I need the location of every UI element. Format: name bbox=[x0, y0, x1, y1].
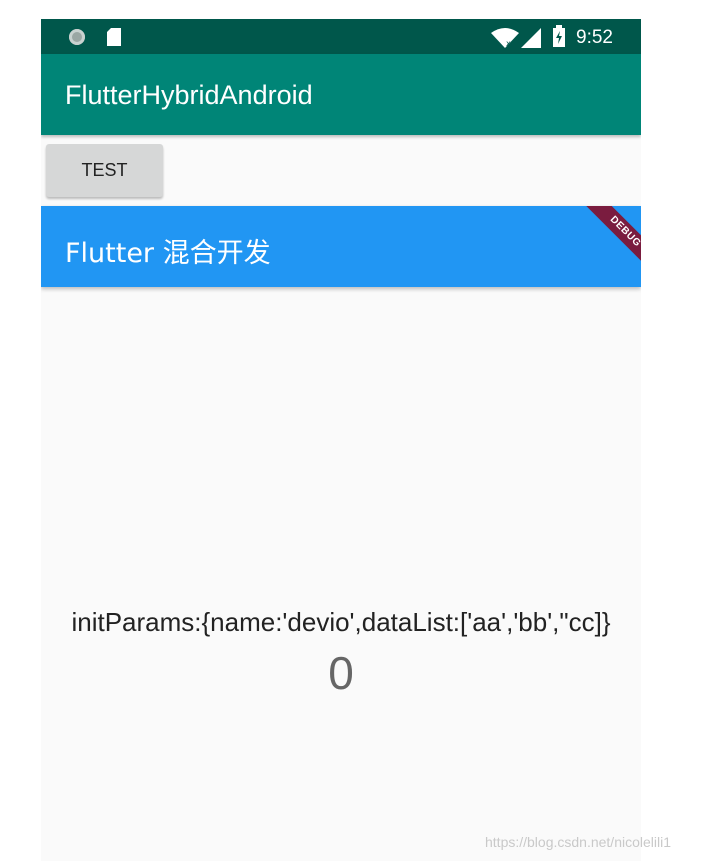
app-title: FlutterHybridAndroid bbox=[65, 80, 313, 110]
app-bar: FlutterHybridAndroid bbox=[41, 54, 641, 135]
wifi-icon: x bbox=[491, 28, 519, 48]
sd-card-icon bbox=[107, 28, 121, 46]
status-bar: x 9:52 bbox=[41, 19, 641, 54]
svg-text:x: x bbox=[506, 39, 511, 48]
notification-dot-icon bbox=[69, 29, 85, 45]
status-time: 9:52 bbox=[576, 27, 613, 48]
counter-value: 0 bbox=[328, 647, 354, 699]
cell-signal-icon bbox=[521, 28, 541, 48]
battery-charging-icon bbox=[553, 25, 565, 47]
flutter-title: Flutter 混合开发 bbox=[65, 238, 271, 269]
init-params-text: initParams:{name:'devio',dataList:['aa',… bbox=[71, 607, 611, 637]
test-button[interactable]: TEST bbox=[46, 144, 163, 197]
debug-banner: DEBUG bbox=[576, 206, 641, 281]
watermark: https://blog.csdn.net/nicolelili1 bbox=[485, 834, 671, 850]
flutter-app-bar: Flutter 混合开发 DEBUG bbox=[41, 206, 641, 287]
phone-screen: x 9:52 FlutterHybridAndroid TEST Flutter… bbox=[41, 19, 641, 861]
